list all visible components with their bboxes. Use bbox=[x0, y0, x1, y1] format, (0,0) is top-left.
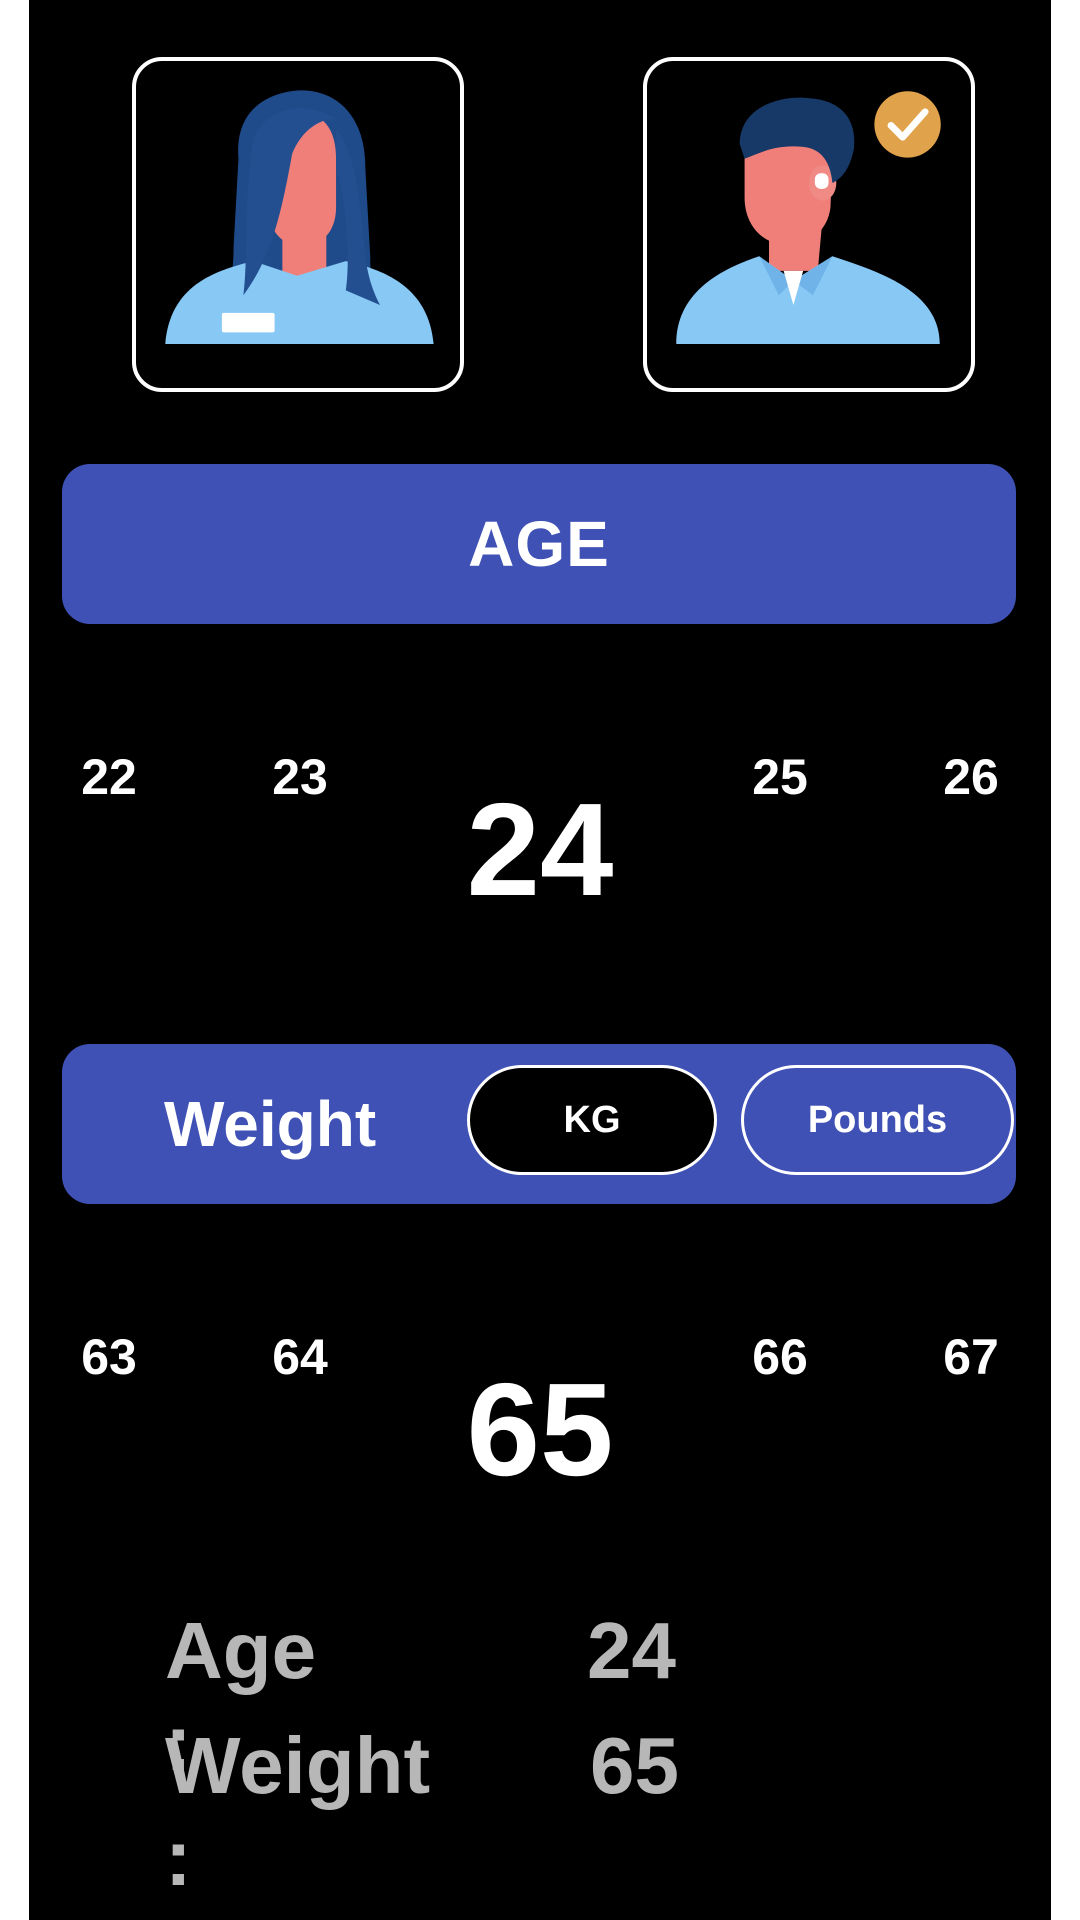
weight-title: Weight bbox=[164, 1088, 377, 1160]
age-option[interactable]: 26 bbox=[943, 748, 999, 806]
age-option[interactable]: 22 bbox=[81, 748, 137, 806]
age-picker[interactable]: 22 23 24 25 26 bbox=[29, 720, 1051, 940]
pounds-unit-label: Pounds bbox=[807, 1098, 948, 1141]
female-avatar-icon bbox=[165, 90, 434, 345]
pounds-unit-button[interactable]: Pounds bbox=[741, 1065, 1014, 1175]
age-summary-value: 24 bbox=[587, 1606, 676, 1695]
weight-summary-label: Weight : bbox=[165, 1721, 431, 1902]
kg-unit-label: KG bbox=[563, 1098, 621, 1141]
female-avatar-card[interactable] bbox=[132, 57, 464, 392]
age-option[interactable]: 23 bbox=[272, 748, 328, 806]
male-avatar-card[interactable] bbox=[643, 57, 975, 392]
male-avatar-icon bbox=[676, 97, 940, 345]
age-header-bar: AGE bbox=[62, 464, 1016, 624]
screen: AGE 22 23 24 25 26 Weight KG Pounds 63 6… bbox=[29, 0, 1051, 1920]
weight-option[interactable]: 63 bbox=[81, 1328, 137, 1386]
age-option[interactable]: 25 bbox=[752, 748, 808, 806]
weight-option[interactable]: 64 bbox=[272, 1328, 328, 1386]
weight-header-bar: Weight KG Pounds bbox=[62, 1044, 1016, 1204]
weight-summary-value: 65 bbox=[590, 1721, 679, 1810]
age-title: AGE bbox=[468, 508, 610, 580]
weight-selected-value[interactable]: 65 bbox=[467, 1354, 614, 1505]
age-selected-value[interactable]: 24 bbox=[467, 774, 614, 925]
weight-option[interactable]: 67 bbox=[943, 1328, 999, 1386]
weight-picker[interactable]: 63 64 65 66 67 bbox=[29, 1300, 1051, 1520]
weight-option[interactable]: 66 bbox=[752, 1328, 808, 1386]
kg-unit-button[interactable]: KG bbox=[467, 1065, 717, 1175]
